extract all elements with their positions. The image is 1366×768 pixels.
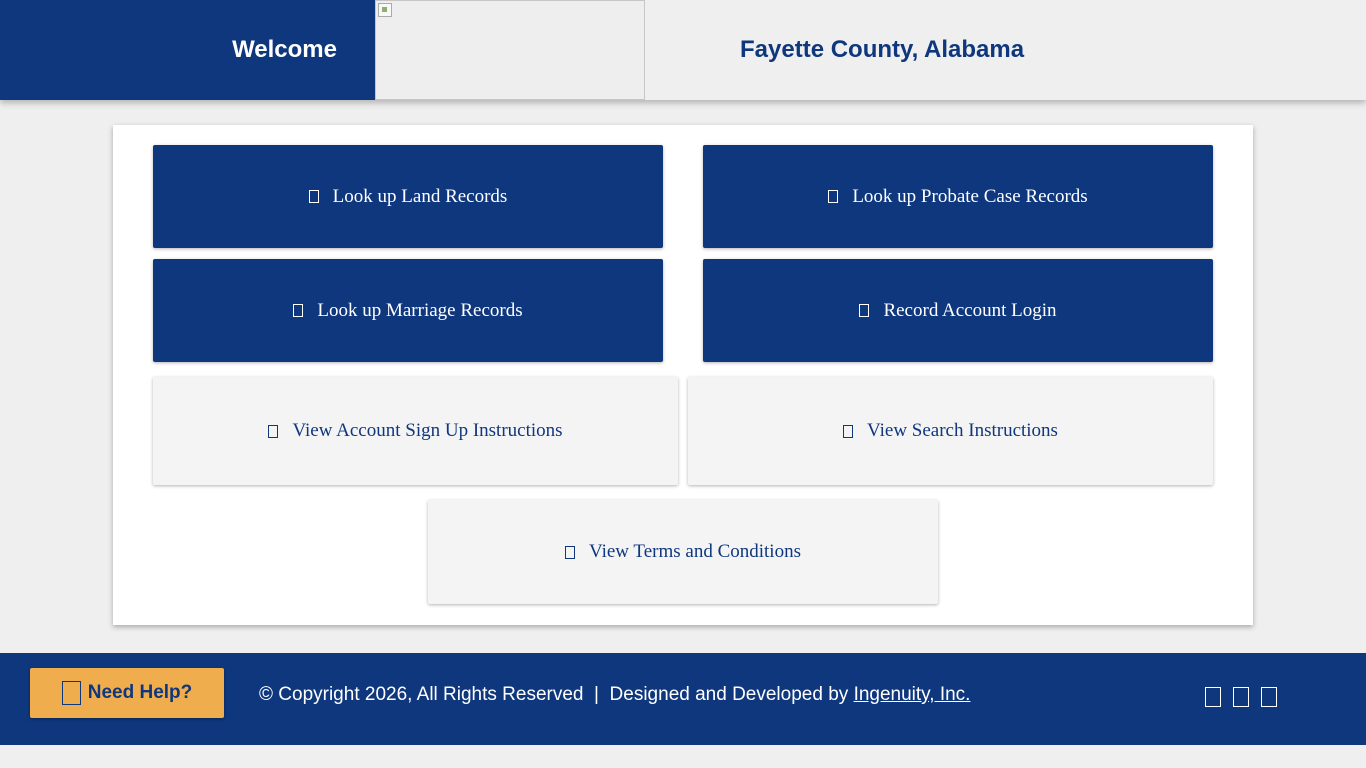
probate-records-icon	[828, 190, 839, 203]
help-icon	[61, 681, 81, 705]
signup-instructions-label: View Account Sign Up Instructions	[292, 420, 563, 441]
site-footer: Need Help? © Copyright 2026, All Rights …	[0, 653, 1366, 745]
social-links	[1205, 687, 1277, 707]
terms-label: View Terms and Conditions	[589, 541, 801, 562]
marriage-records-label: Look up Marriage Records	[317, 299, 523, 321]
land-records-button[interactable]: Look up Land Records	[153, 145, 663, 248]
county-logo	[375, 0, 645, 100]
terms-icon	[565, 545, 576, 559]
county-title: Fayette County, Alabama	[740, 36, 1025, 63]
signup-instructions-button[interactable]: View Account Sign Up Instructions	[153, 377, 678, 485]
welcome-panel: Welcome	[0, 0, 375, 100]
signup-instructions-icon	[268, 424, 279, 438]
social-link-1-icon[interactable]	[1205, 687, 1221, 707]
search-instructions-button[interactable]: View Search Instructions	[688, 377, 1213, 485]
need-help-label: Need Help?	[87, 682, 193, 703]
search-instructions-label: View Search Instructions	[867, 420, 1058, 441]
search-instructions-icon	[843, 424, 854, 438]
land-records-icon	[308, 190, 319, 203]
account-login-label: Record Account Login	[883, 299, 1057, 321]
site-header: Welcome Fayette County, Alabama	[0, 0, 1366, 100]
copyright-label: © Copyright 2026, All Rights Reserved | …	[259, 684, 854, 705]
developer-link[interactable]: Ingenuity, Inc.	[854, 684, 971, 705]
marriage-records-button[interactable]: Look up Marriage Records	[153, 259, 663, 362]
probate-records-label: Look up Probate Case Records	[852, 185, 1088, 207]
land-records-label: Look up Land Records	[332, 185, 508, 207]
social-link-2-icon[interactable]	[1233, 687, 1249, 707]
broken-image-icon	[378, 3, 392, 17]
copyright-text: © Copyright 2026, All Rights Reserved | …	[259, 684, 970, 706]
probate-records-button[interactable]: Look up Probate Case Records	[703, 145, 1213, 248]
terms-button[interactable]: View Terms and Conditions	[428, 500, 938, 604]
need-help-button[interactable]: Need Help?	[30, 668, 224, 718]
account-login-button[interactable]: Record Account Login	[703, 259, 1213, 362]
social-link-3-icon[interactable]	[1261, 687, 1277, 707]
marriage-records-icon	[293, 304, 304, 317]
account-login-icon	[859, 304, 870, 317]
main-card: Look up Land Records Look up Probate Cas…	[113, 125, 1253, 625]
welcome-text: Welcome	[232, 36, 337, 63]
